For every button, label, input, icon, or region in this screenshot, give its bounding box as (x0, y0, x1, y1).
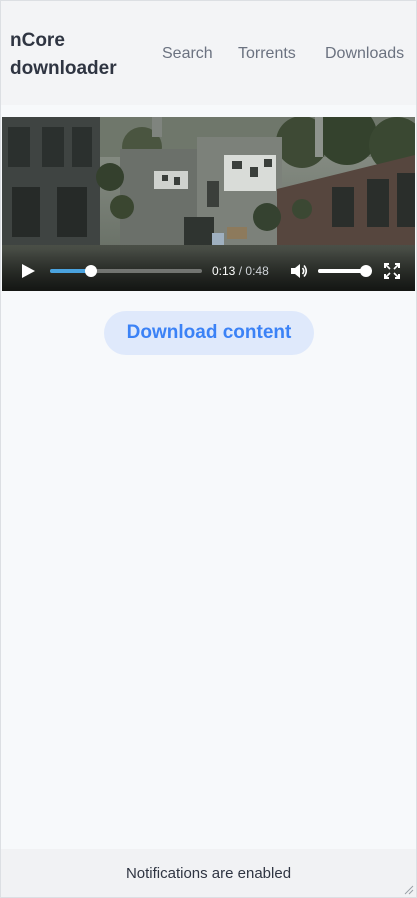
mute-button[interactable] (290, 262, 308, 280)
time-separator: / (238, 264, 243, 278)
volume-level (318, 269, 366, 273)
resize-grip-icon[interactable] (402, 883, 414, 895)
nav-search-link[interactable]: Search (162, 44, 213, 64)
app-window: nCore downloader Search Torrents Downloa… (0, 0, 417, 898)
footer: Notifications are enabled (1, 849, 416, 897)
seek-bar[interactable] (50, 265, 202, 277)
header: nCore downloader Search Torrents Downloa… (1, 1, 416, 105)
video-player[interactable]: 0:13 / 0:48 (2, 117, 415, 291)
play-button[interactable] (20, 263, 36, 279)
time-display: 0:13 / 0:48 (212, 263, 269, 279)
volume-slider[interactable] (318, 265, 372, 277)
volume-thumb[interactable] (360, 265, 372, 277)
volume-icon (291, 264, 308, 278)
seek-bar-thumb[interactable] (85, 265, 98, 277)
current-time: 0:13 (212, 264, 236, 278)
nav-torrents-link[interactable]: Torrents (238, 44, 296, 64)
fullscreen-button[interactable] (384, 263, 400, 279)
play-icon (22, 264, 35, 278)
notification-status: Notifications are enabled (125, 865, 292, 882)
download-content-button[interactable]: Download content (104, 311, 314, 355)
video-controls: 0:13 / 0:48 (2, 249, 415, 291)
fullscreen-icon (384, 263, 400, 279)
duration: 0:48 (245, 264, 269, 278)
app-title: nCore downloader (10, 30, 117, 79)
nav-downloads-link[interactable]: Downloads (325, 44, 404, 64)
